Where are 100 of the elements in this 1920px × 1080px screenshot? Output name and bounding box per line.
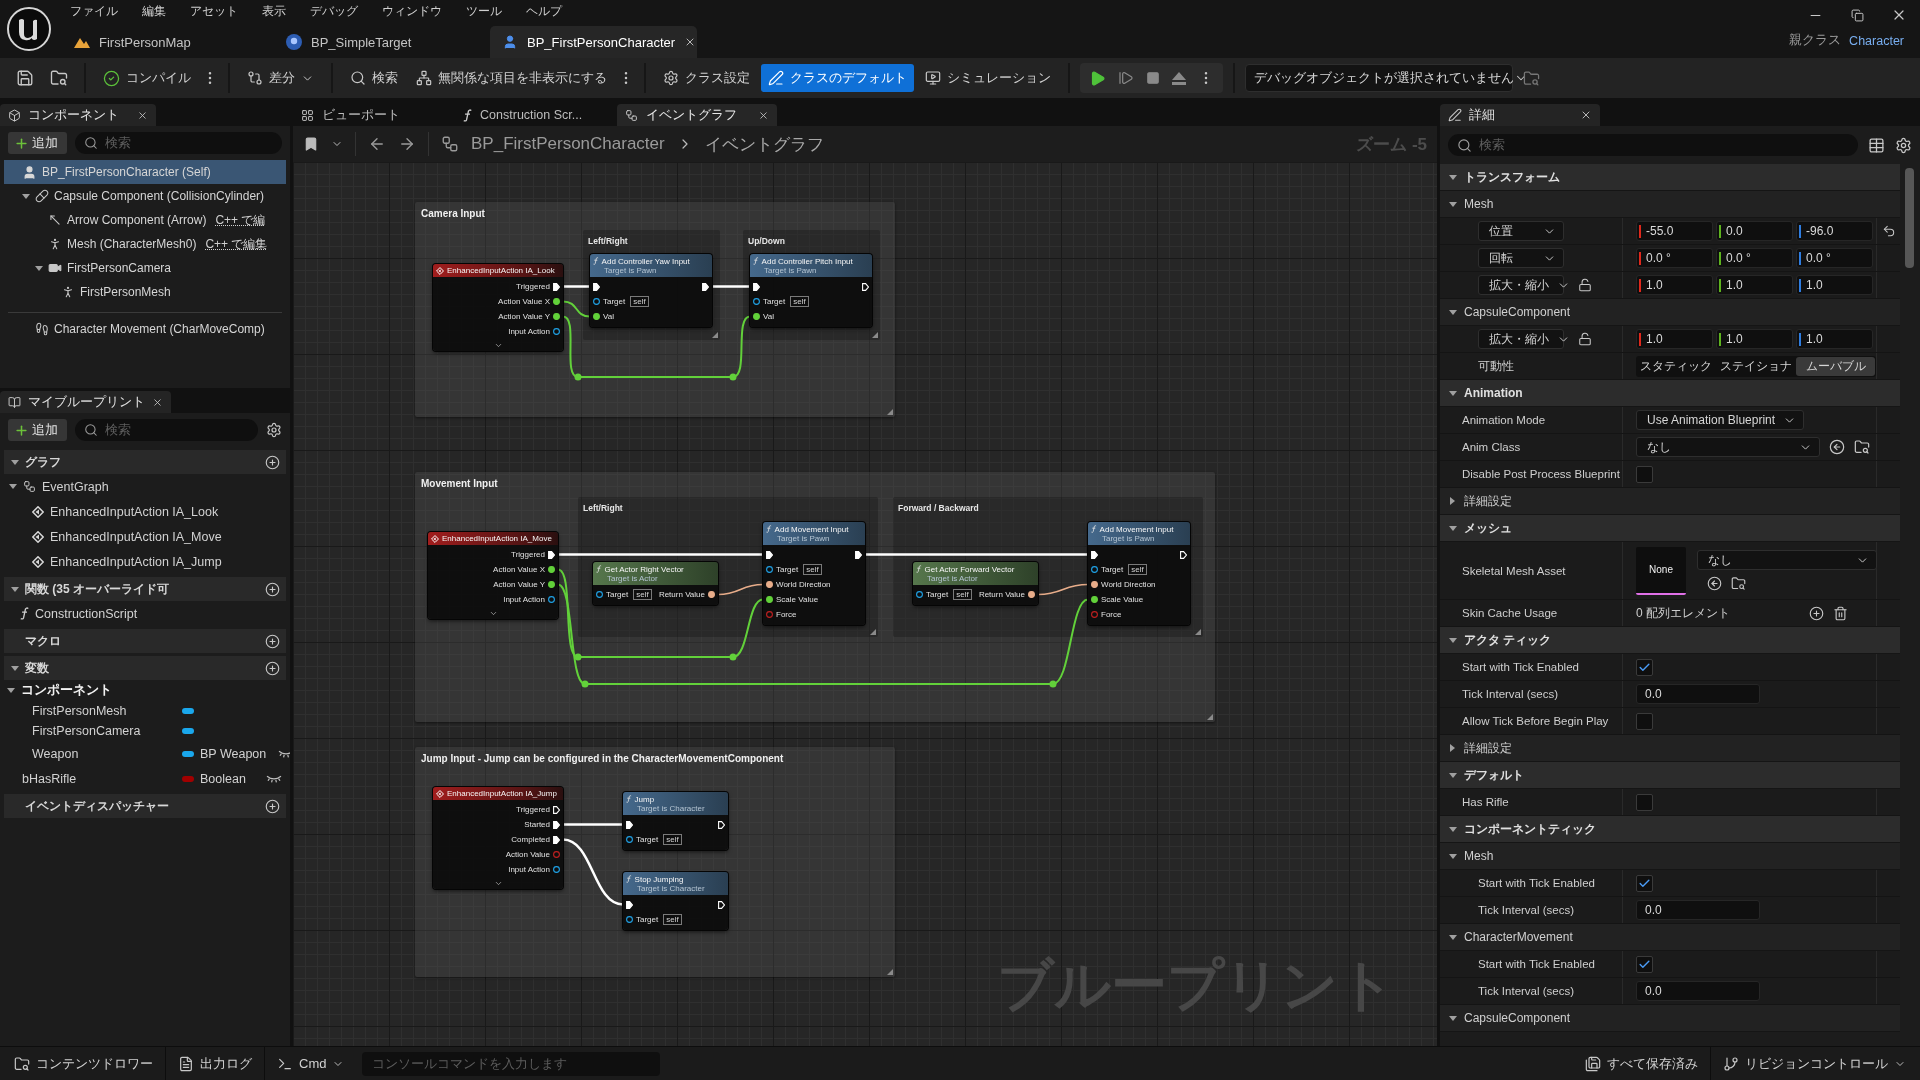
data-pin-icon[interactable] <box>553 328 560 335</box>
variable-name[interactable]: FirstPersonMesh <box>32 704 127 718</box>
edit-in-cpp-link[interactable]: C++ で編集 <box>205 235 268 253</box>
circle-arrow-left-icon[interactable] <box>1829 439 1845 455</box>
tree-item[interactable]: Arrow Component (Arrow) C++ で編 <box>4 208 286 232</box>
data-pin-icon[interactable] <box>1028 591 1035 598</box>
exec-pin-icon[interactable] <box>702 282 709 291</box>
close-icon[interactable] <box>137 109 148 121</box>
number-field[interactable]: 0.0 <box>1636 981 1760 1001</box>
class-settings-button[interactable]: クラス設定 <box>656 64 757 92</box>
number-field[interactable]: 1.0 <box>1636 329 1713 349</box>
resize-grip-icon[interactable] <box>1207 714 1213 720</box>
graph-node[interactable]: EnhancedInputAction IA_Jump Triggered Started Completed Action Value Input Action <box>433 787 563 889</box>
open-lock-icon[interactable] <box>1578 332 1592 346</box>
segment-option[interactable]: スタティック <box>1637 356 1716 376</box>
property-group-header[interactable]: Mesh <box>1440 191 1900 218</box>
exec-pin-icon[interactable] <box>626 820 633 829</box>
checkbox[interactable] <box>1636 465 1653 483</box>
add-circle-icon[interactable] <box>1809 605 1824 621</box>
caret-down-icon[interactable] <box>1448 309 1457 315</box>
circle-arrow-left-icon[interactable] <box>1707 576 1722 591</box>
closed-eye-icon[interactable] <box>278 749 290 758</box>
graph-tab[interactable]: イベントグラフ <box>617 104 777 126</box>
checkbox[interactable] <box>1636 712 1653 730</box>
restore-icon[interactable] <box>1850 8 1864 22</box>
edit-in-cpp-link[interactable]: C++ で編 <box>215 211 266 229</box>
data-pin-icon[interactable] <box>766 566 773 573</box>
exec-pin-icon[interactable] <box>718 820 725 829</box>
menu-item[interactable]: ツール <box>454 1 514 21</box>
checkbox[interactable] <box>1636 955 1653 973</box>
caret-down-icon[interactable] <box>1448 934 1457 940</box>
section-header[interactable]: マクロ <box>4 629 286 653</box>
close-icon[interactable] <box>1580 109 1592 121</box>
undo-icon[interactable] <box>1881 224 1896 238</box>
caret-down-icon[interactable] <box>1448 772 1457 778</box>
number-field[interactable]: 1.0 <box>1796 329 1873 349</box>
caret-right-icon[interactable] <box>1450 497 1455 505</box>
section-header[interactable]: アクタ ティック <box>1440 627 1900 654</box>
exec-pin-icon[interactable] <box>553 835 560 844</box>
exec-pin-icon[interactable] <box>855 550 862 559</box>
caret-down-icon[interactable] <box>34 265 43 271</box>
document-tab[interactable]: BP_FirstPersonCharacter <box>490 26 697 58</box>
checkbox[interactable] <box>1636 658 1653 676</box>
caret-down-icon[interactable] <box>1448 1015 1457 1021</box>
data-pin-icon[interactable] <box>593 313 600 320</box>
number-field[interactable]: 1.0 <box>1796 275 1873 295</box>
exec-pin-icon[interactable] <box>766 550 773 559</box>
diff-button[interactable]: 差分 <box>240 64 321 92</box>
data-pin-icon[interactable] <box>766 581 773 588</box>
caret-down-icon[interactable] <box>1448 525 1457 531</box>
graph-item[interactable]: ConstructionScript <box>0 601 290 626</box>
section-header[interactable]: デフォルト <box>1440 762 1900 789</box>
number-field[interactable]: 1.0 <box>1636 275 1713 295</box>
data-pin-icon[interactable] <box>626 836 633 843</box>
data-pin-icon[interactable] <box>753 313 760 320</box>
caret-down-icon[interactable] <box>1448 853 1457 859</box>
table-icon[interactable] <box>1868 136 1885 154</box>
content-drawer-button[interactable]: コンテンツドロワー <box>6 1050 161 1077</box>
save-status-button[interactable]: すべて保存済み <box>1577 1050 1706 1077</box>
data-pin-icon[interactable] <box>553 313 560 320</box>
resize-grip-icon[interactable] <box>870 629 876 635</box>
default-value-field[interactable]: self <box>663 834 682 845</box>
graph-tab[interactable]: ビューポート <box>293 104 453 126</box>
trash-icon[interactable] <box>1833 605 1848 621</box>
exec-pin-icon[interactable] <box>626 900 633 909</box>
graph-node[interactable]: Add Movement Input Target is Pawn Target self World Direction Scale Value Force <box>763 522 865 625</box>
add-circle-icon[interactable] <box>265 581 280 597</box>
data-pin-icon[interactable] <box>548 566 555 573</box>
forward-icon[interactable] <box>398 135 416 153</box>
menu-item[interactable]: アセット <box>178 1 250 21</box>
property-group-header[interactable]: CharacterMovement <box>1440 924 1900 951</box>
variable-name[interactable]: Weapon <box>32 746 79 761</box>
output-log-button[interactable]: 出力ログ <box>170 1050 260 1077</box>
caret-down-icon[interactable] <box>1448 637 1457 643</box>
graph-node[interactable]: EnhancedInputAction IA_Move Triggered Action Value X Action Value Y Input Action <box>428 532 558 619</box>
default-value-field[interactable]: self <box>633 589 652 600</box>
folder-search-icon[interactable] <box>1854 439 1870 455</box>
exec-pin-icon[interactable] <box>593 282 600 291</box>
graph-item[interactable]: EnhancedInputAction IA_Look <box>0 499 290 524</box>
menu-item[interactable]: ウィンドウ <box>370 1 454 21</box>
stop-icon[interactable] <box>1146 71 1160 85</box>
reroute-node[interactable] <box>574 653 582 661</box>
section-header[interactable]: 変数 <box>4 656 286 680</box>
settings-icon[interactable] <box>266 422 282 438</box>
graph-node[interactable]: Jump Target is Character Target self <box>623 792 728 850</box>
number-field[interactable]: 0.0 <box>1716 221 1793 241</box>
menu-item[interactable]: ヘルプ <box>514 1 574 21</box>
bookmark-icon[interactable] <box>303 136 319 152</box>
graph-item[interactable]: EnhancedInputAction IA_Move <box>0 524 290 549</box>
property-group-header[interactable]: 詳細設定 <box>1440 488 1900 515</box>
section-header[interactable]: Animation <box>1440 380 1900 407</box>
data-pin-icon[interactable] <box>596 591 603 598</box>
data-pin-icon[interactable] <box>708 591 715 598</box>
segment-option[interactable]: ムーバブル <box>1796 356 1875 376</box>
dropdown[interactable]: なし <box>1636 437 1820 457</box>
data-pin-icon[interactable] <box>1091 596 1098 603</box>
caret-down-icon[interactable] <box>1448 174 1457 180</box>
exec-pin-icon[interactable] <box>553 282 560 291</box>
default-value-field[interactable]: self <box>790 296 809 307</box>
caret-down-icon[interactable] <box>10 586 19 592</box>
